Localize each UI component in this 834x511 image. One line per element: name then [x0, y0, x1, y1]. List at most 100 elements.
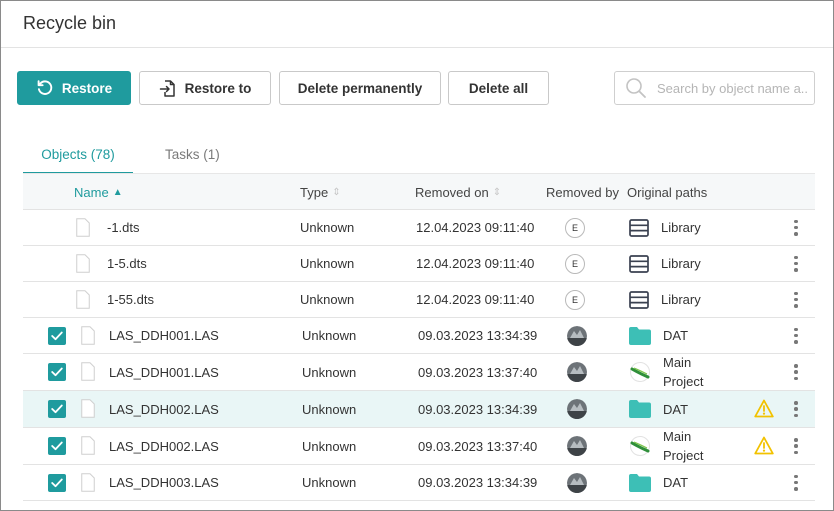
search-icon: [626, 78, 646, 98]
title-bar: Recycle bin: [1, 1, 833, 48]
table-row[interactable]: 1-5.dts Unknown 12.04.2023 09:11:40 E Li…: [23, 246, 815, 282]
tab-tasks[interactable]: Tasks (1): [165, 137, 220, 172]
row-checkbox[interactable]: [48, 400, 66, 418]
column-original-paths-header: Original paths: [627, 174, 707, 210]
more-options-icon[interactable]: [793, 438, 799, 454]
project-icon: [630, 362, 650, 382]
table-row[interactable]: LAS_DDH002.LAS Unknown 09.03.2023 13:34:…: [23, 391, 815, 428]
column-removed-on-label: Removed on: [415, 184, 489, 200]
row-checkbox[interactable]: [48, 326, 66, 345]
file-icon: [81, 325, 95, 345]
page-title: Recycle bin: [23, 13, 117, 33]
user-avatar: [567, 362, 587, 382]
column-removed-on-header[interactable]: Removed on ⇕: [415, 174, 501, 210]
file-icon: [81, 436, 95, 455]
table-row[interactable]: LAS_DDH001.LAS Unknown 09.03.2023 13:37:…: [23, 354, 815, 391]
file-type: Unknown: [302, 401, 357, 417]
file-type: Unknown: [302, 438, 357, 454]
removed-on: 12.04.2023 09:11:40: [416, 220, 535, 235]
file-name: 1-5.dts: [107, 256, 147, 271]
table-row[interactable]: LAS_DDH003.LAS Unknown 09.03.2023 13:34:…: [23, 465, 815, 501]
tab-bar: Objects (78) Tasks (1): [23, 137, 815, 174]
restore-button[interactable]: Restore: [17, 71, 131, 105]
more-options-icon[interactable]: [793, 364, 799, 380]
file-icon: [76, 289, 90, 309]
file-name: LAS_DDH002.LAS: [109, 438, 219, 454]
row-checkbox[interactable]: [48, 473, 66, 492]
user-avatar: [567, 472, 587, 493]
file-icon: [76, 217, 90, 237]
delete-permanently-label: Delete permanently: [297, 80, 423, 96]
column-name-label: Name: [74, 184, 109, 200]
more-options-icon[interactable]: [793, 291, 799, 308]
user-avatar: [567, 399, 587, 419]
checkmark-icon: [51, 367, 63, 377]
removed-on: 12.04.2023 09:11:40: [416, 292, 535, 307]
file-name: LAS_DDH002.LAS: [109, 401, 219, 417]
user-avatar: E: [565, 289, 585, 310]
original-path: DAT: [663, 328, 689, 343]
removed-on: 09.03.2023 13:37:40: [418, 364, 538, 380]
row-checkbox[interactable]: [48, 437, 66, 455]
delete-all-button[interactable]: Delete all: [448, 71, 549, 105]
file-name: LAS_DDH003.LAS: [109, 475, 219, 490]
more-options-icon[interactable]: [793, 255, 799, 272]
original-path-line2: Project: [663, 374, 704, 389]
original-path: Library: [661, 220, 701, 235]
user-avatar: [567, 436, 587, 456]
file-name: LAS_DDH001.LAS: [109, 364, 219, 380]
removed-on: 09.03.2023 13:34:39: [418, 475, 538, 490]
file-type: Unknown: [300, 292, 355, 307]
checkmark-icon: [51, 478, 63, 487]
file-type: Unknown: [302, 364, 357, 380]
delete-permanently-button[interactable]: Delete permanently: [279, 71, 441, 105]
original-path: Library: [661, 256, 701, 271]
file-type: Unknown: [300, 220, 355, 235]
sort-icon: ⇕: [492, 186, 502, 198]
more-options-icon[interactable]: [793, 474, 799, 491]
file-type: Unknown: [302, 475, 357, 490]
folder-icon: [629, 326, 651, 345]
search-box[interactable]: [614, 71, 815, 105]
user-avatar: E: [565, 217, 585, 238]
original-path-line1: Main: [663, 429, 692, 444]
table-row[interactable]: -1.dts Unknown 12.04.2023 09:11:40 E Lib…: [23, 210, 815, 246]
checkmark-icon: [51, 404, 63, 414]
warning-icon[interactable]: [754, 436, 774, 455]
table-row[interactable]: 1-55.dts Unknown 12.04.2023 09:11:40 E L…: [23, 282, 815, 318]
checkmark-icon: [51, 331, 63, 340]
folder-icon: [629, 473, 651, 492]
removed-on: 12.04.2023 09:11:40: [416, 256, 535, 271]
column-type-header[interactable]: Type ⇕: [300, 174, 341, 210]
removed-on: 09.03.2023 13:34:39: [418, 401, 538, 417]
column-type-label: Type: [300, 184, 329, 200]
more-options-icon[interactable]: [793, 219, 799, 236]
restore-to-icon: [159, 79, 175, 97]
file-icon: [81, 472, 95, 492]
original-path: Library: [661, 292, 701, 307]
warning-icon[interactable]: [754, 399, 774, 418]
folder-icon: [629, 400, 651, 418]
file-name: -1.dts: [107, 220, 140, 235]
file-name: 1-55.dts: [107, 292, 154, 307]
recycle-bin-window: Recycle bin Restore Restore to Delete pe…: [0, 0, 834, 511]
column-original-paths-label: Original paths: [627, 184, 708, 200]
table-row[interactable]: LAS_DDH001.LAS Unknown 09.03.2023 13:34:…: [23, 318, 815, 354]
more-options-icon[interactable]: [793, 327, 799, 344]
search-input[interactable]: [657, 80, 807, 96]
file-type: Unknown: [300, 256, 355, 271]
project-icon: [630, 436, 650, 456]
file-name: LAS_DDH001.LAS: [109, 328, 219, 343]
table-row[interactable]: LAS_DDH002.LAS Unknown 09.03.2023 13:37:…: [23, 428, 815, 465]
delete-all-label: Delete all: [468, 80, 529, 96]
file-icon: [81, 399, 95, 418]
column-removed-by-label: Removed by: [546, 184, 619, 200]
row-checkbox[interactable]: [48, 363, 66, 381]
restore-to-button[interactable]: Restore to: [139, 71, 271, 105]
restore-icon: [37, 80, 53, 95]
file-type: Unknown: [302, 328, 357, 343]
more-options-icon[interactable]: [793, 401, 799, 417]
library-icon: [629, 290, 649, 309]
tab-objects[interactable]: Objects (78): [23, 137, 133, 174]
column-name-header[interactable]: Name ▲: [74, 174, 123, 210]
